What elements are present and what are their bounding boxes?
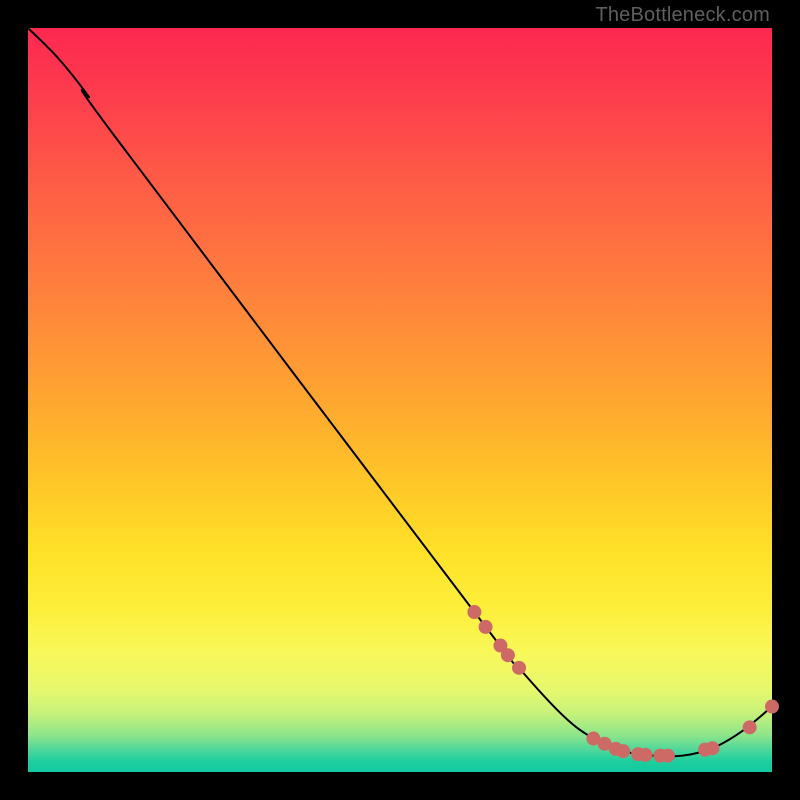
marker-dot	[501, 648, 515, 662]
marker-dot	[639, 748, 653, 762]
marker-dot	[479, 620, 493, 634]
plot-area	[28, 28, 772, 772]
marker-dot	[765, 700, 779, 714]
curve-path	[28, 28, 772, 756]
marker-dot	[616, 744, 630, 758]
watermark-label: TheBottleneck.com	[595, 4, 770, 27]
marker-dot	[467, 605, 481, 619]
chart-frame: TheBottleneck.com	[0, 0, 800, 800]
curve-line	[28, 28, 772, 756]
marker-dot	[661, 749, 675, 763]
marker-dot	[705, 741, 719, 755]
marker-dot	[512, 661, 526, 675]
marker-group	[467, 605, 779, 763]
chart-svg	[28, 28, 772, 772]
marker-dot	[743, 720, 757, 734]
